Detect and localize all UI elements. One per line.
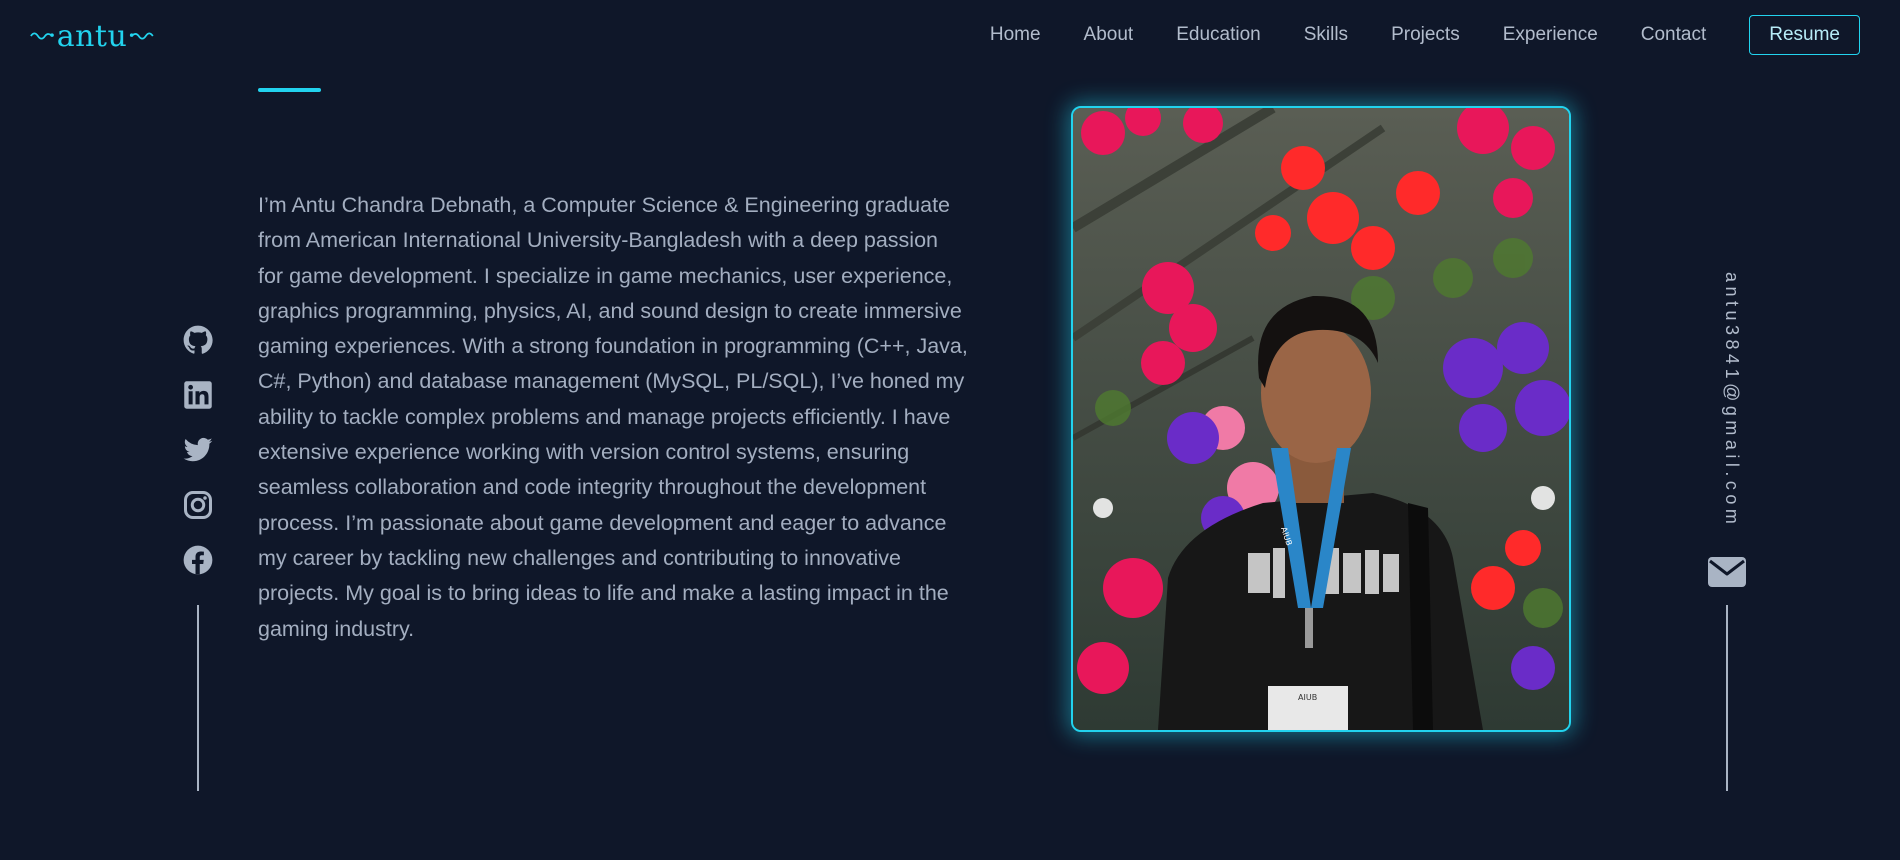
nav-home[interactable]: Home [990, 24, 1041, 46]
twitter-icon[interactable] [180, 432, 216, 468]
mail-icon[interactable] [1707, 556, 1747, 588]
main-nav: Home About Education Skills Projects Exp… [947, 15, 1860, 55]
logo-flourish-left-icon [30, 32, 54, 40]
about-paragraph: I’m Antu Chandra Debnath, a Computer Sci… [258, 193, 968, 641]
social-divider-line [197, 605, 199, 791]
section-accent-line [258, 88, 321, 92]
nav-skills[interactable]: Skills [1304, 24, 1348, 46]
logo-text: antu [56, 18, 128, 54]
email-link[interactable]: antu3841@gmail.com [1714, 272, 1742, 528]
badge-text: AIUB [1298, 693, 1317, 702]
github-icon[interactable] [180, 322, 216, 358]
linkedin-icon[interactable] [180, 377, 216, 413]
instagram-icon[interactable] [180, 487, 216, 523]
email-divider-line [1726, 605, 1728, 791]
nav-about[interactable]: About [1084, 24, 1134, 46]
site-logo[interactable]: antu [30, 14, 154, 58]
social-sidebar [180, 322, 216, 597]
facebook-icon[interactable] [180, 542, 216, 578]
nav-education[interactable]: Education [1176, 24, 1261, 46]
logo-flourish-right-icon [130, 32, 154, 40]
profile-photo: AIUB AIUB [1071, 106, 1571, 732]
nav-experience[interactable]: Experience [1503, 24, 1598, 46]
nav-projects[interactable]: Projects [1391, 24, 1460, 46]
nav-contact[interactable]: Contact [1641, 24, 1706, 46]
resume-button[interactable]: Resume [1749, 15, 1860, 55]
